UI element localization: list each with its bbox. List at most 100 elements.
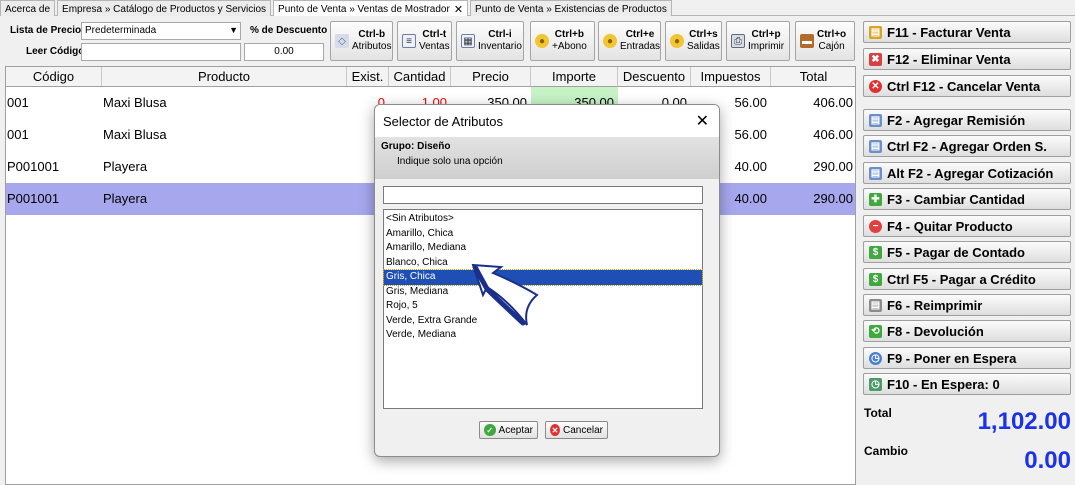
- tab-catalogo-productos[interactable]: Empresa » Catálogo de Productos y Servic…: [57, 0, 272, 16]
- add-service-order-button[interactable]: ▤ Ctrl F2 - Agregar Orden S.: [863, 135, 1071, 157]
- button-label: F10 - En Espera: 0: [887, 376, 1000, 392]
- dialog-title-bar: Selector de Atributos: [375, 105, 719, 137]
- change-quantity-button[interactable]: ✚ F3 - Cambiar Cantidad: [863, 188, 1071, 210]
- discount-input[interactable]: 0.00: [244, 43, 324, 61]
- attribute-selector-dialog: Selector de Atributos ✕ Grupo: Diseño In…: [374, 104, 720, 457]
- column-header-cantidad[interactable]: Cantidad: [389, 67, 451, 87]
- cancel-button[interactable]: ✕ Cancelar: [545, 421, 608, 439]
- close-tab-icon[interactable]: ✕: [454, 3, 463, 16]
- button-label: +Abono: [552, 41, 587, 52]
- shortcut-label: Ctrl-i: [488, 29, 512, 40]
- cash-drawer-icon: ▬: [800, 34, 814, 48]
- print-button[interactable]: ⎙ Ctrl+p Imprimir: [726, 21, 790, 61]
- tab-label: Empresa » Catálogo de Productos y Servic…: [62, 3, 267, 15]
- attribute-group-header: Grupo: Diseño Indique solo una opción: [375, 137, 719, 179]
- button-label: F8 - Devolución: [887, 323, 984, 339]
- add-remission-button[interactable]: ▤ F2 - Agregar Remisión: [863, 109, 1071, 131]
- invoice-sale-button[interactable]: ▤ F11 - Facturar Venta: [863, 21, 1071, 43]
- code-input[interactable]: [81, 43, 241, 61]
- tab-ventas-mostrador[interactable]: Punto de Venta » Ventas de Mostrador ✕: [273, 0, 469, 16]
- return-button[interactable]: ⟲ F8 - Devolución: [863, 320, 1071, 342]
- cell-total: 406.00: [813, 95, 853, 110]
- button-label: Ctrl F12 - Cancelar Venta: [887, 78, 1041, 94]
- invoice-icon: ▤: [869, 25, 882, 39]
- pay-cash-button[interactable]: $ F5 - Pagar de Contado: [863, 241, 1071, 263]
- cell-producto: Maxi Blusa: [103, 127, 167, 142]
- add-payment-button[interactable]: ● Ctrl+b +Abono: [530, 21, 595, 61]
- inventory-button[interactable]: ▦ Ctrl-i Inventario: [456, 21, 524, 61]
- column-header-producto[interactable]: Producto: [102, 67, 347, 87]
- on-hold-list-button[interactable]: ◷ F10 - En Espera: 0: [863, 373, 1071, 395]
- change-label: Cambio: [864, 444, 909, 458]
- change-value: 0.00: [1024, 447, 1071, 474]
- accept-button[interactable]: ✓ Aceptar: [479, 421, 538, 439]
- column-header-precio[interactable]: Precio: [451, 67, 531, 87]
- price-list-value: Predeterminada: [85, 25, 157, 36]
- button-label: Ventas: [419, 41, 450, 52]
- total-value: 1,102.00: [977, 408, 1071, 435]
- credit-dollar-icon: $: [869, 272, 882, 286]
- list-item[interactable]: <Sin Atributos>: [384, 212, 702, 227]
- column-header-descuento[interactable]: Descuento: [618, 67, 691, 87]
- delete-sale-button[interactable]: ✖ F12 - Eliminar Venta: [863, 48, 1071, 70]
- cancel-sale-button[interactable]: ✕ Ctrl F12 - Cancelar Venta: [863, 75, 1071, 97]
- cell-producto: Playera: [103, 191, 148, 206]
- coins-icon: ●: [535, 34, 549, 48]
- add-quote-button[interactable]: ▤ Alt F2 - Agregar Cotización: [863, 162, 1071, 184]
- reprint-icon: ▤: [869, 298, 882, 312]
- button-label: Cancelar: [562, 424, 603, 436]
- tab-acerca-de[interactable]: Acerca de: [0, 0, 56, 16]
- printer-icon: ⎙: [731, 34, 745, 48]
- cell-codigo: P001001: [7, 191, 60, 206]
- list-item[interactable]: Verde, Mediana: [384, 328, 702, 343]
- attributes-button[interactable]: ◇ Ctrl-b Atributos: [330, 21, 393, 61]
- button-label: F6 - Reimprimir: [887, 297, 983, 313]
- button-label: Atributos: [352, 41, 392, 52]
- cell-codigo: 001: [7, 127, 29, 142]
- remove-product-button[interactable]: − F4 - Quitar Producto: [863, 215, 1071, 237]
- button-label: Ctrl F2 - Agregar Orden S.: [887, 138, 1047, 154]
- column-header-impuestos[interactable]: Impuestos: [691, 67, 771, 87]
- price-list-select[interactable]: Predeterminada ▼: [81, 22, 241, 40]
- cancel-icon: ✕: [550, 424, 560, 436]
- inventory-icon: ▦: [461, 34, 475, 48]
- cell-total: 406.00: [813, 127, 853, 142]
- column-header-importe[interactable]: Importe: [531, 67, 618, 87]
- close-icon[interactable]: ✕: [696, 111, 709, 131]
- cash-drawer-button[interactable]: ▬ Ctrl+o Cajón: [795, 21, 855, 61]
- remove-product-icon: −: [869, 219, 882, 233]
- shortcut-label: Ctrl+o: [817, 29, 847, 40]
- pay-credit-button[interactable]: $ Ctrl F5 - Pagar a Crédito: [863, 268, 1071, 290]
- reprint-button[interactable]: ▤ F6 - Reimprimir: [863, 294, 1071, 316]
- cash-in-button[interactable]: ● Ctrl+e Entradas: [598, 21, 661, 61]
- column-header-codigo[interactable]: Código: [6, 67, 102, 87]
- put-on-hold-button[interactable]: ◷ F9 - Poner en Espera: [863, 347, 1071, 369]
- tab-existencias-productos[interactable]: Punto de Venta » Existencias de Producto…: [470, 0, 672, 16]
- button-label: Inventario: [478, 41, 522, 52]
- cell-producto: Playera: [103, 159, 148, 174]
- attribute-filter-input[interactable]: [383, 186, 703, 204]
- button-label: F5 - Pagar de Contado: [887, 244, 1025, 260]
- cell-total: 290.00: [813, 191, 853, 206]
- dialog-title: Selector de Atributos: [383, 113, 503, 129]
- cell-codigo: 001: [7, 95, 29, 110]
- button-label: Aceptar: [498, 424, 533, 436]
- cash-out-button[interactable]: ● Ctrl+s Salidas: [665, 21, 722, 61]
- column-header-total[interactable]: Total: [771, 67, 855, 87]
- shortcut-label: Ctrl-t: [422, 29, 447, 40]
- shortcut-label: Ctrl-b: [358, 29, 386, 40]
- tag-icon: ◇: [335, 34, 349, 48]
- button-label: F4 - Quitar Producto: [887, 218, 1013, 234]
- column-header-exist[interactable]: Exist.: [347, 67, 389, 87]
- quote-icon: ▤: [869, 166, 882, 180]
- button-label: F3 - Cambiar Cantidad: [887, 191, 1025, 207]
- list-item[interactable]: Amarillo, Mediana: [384, 241, 702, 256]
- button-label: F12 - Eliminar Venta: [887, 51, 1011, 67]
- list-item[interactable]: Amarillo, Chica: [384, 227, 702, 242]
- tab-label: Punto de Venta » Existencias de Producto…: [475, 3, 667, 15]
- sales-button[interactable]: ≡ Ctrl-t Ventas: [397, 21, 452, 61]
- button-label: Ctrl F5 - Pagar a Crédito: [887, 271, 1036, 287]
- shortcut-label: Ctrl+b: [554, 29, 584, 40]
- shortcut-label: Ctrl+p: [751, 29, 781, 40]
- delete-x-icon: ✖: [869, 52, 882, 66]
